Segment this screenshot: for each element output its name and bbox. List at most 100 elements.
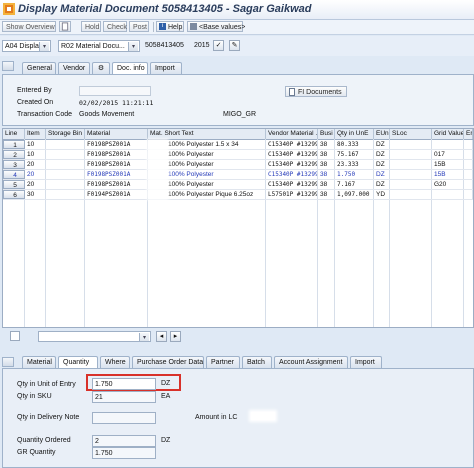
tab-where[interactable]: Where xyxy=(100,356,130,368)
table-cell-busi: 38 xyxy=(318,180,335,189)
help-icon: i xyxy=(159,23,166,30)
tab-partner[interactable]: Partner xyxy=(206,356,240,368)
tab-quantity[interactable]: Quantity xyxy=(58,356,98,368)
table-cell-item: 20 xyxy=(25,180,46,189)
table-row[interactable]: 3 20 F0198PSZ001A 100% Polyester C15340P #13… xyxy=(3,160,473,170)
col-storage-bin[interactable]: Storage Bin xyxy=(46,129,85,139)
item-ok-checkbox[interactable] xyxy=(10,331,20,341)
transaction-code-value: Goods Movement xyxy=(79,111,135,118)
gr-quantity-value: 1.750 xyxy=(95,450,113,457)
tab-material[interactable]: Material xyxy=(22,356,56,368)
col-eun[interactable]: EUn xyxy=(374,129,390,139)
action-select[interactable]: A04 Display ▾ xyxy=(2,40,51,52)
confirm-check-icon[interactable]: ✓ xyxy=(213,40,224,51)
reference-select[interactable]: R02 Material Docu... ▾ xyxy=(58,40,140,52)
next-item-icon[interactable]: ▸ xyxy=(170,331,181,342)
qty-unit-entry-unit: DZ xyxy=(161,380,171,387)
header-field-row: A04 Display ▾ R02 Material Docu... ▾ 505… xyxy=(0,36,474,56)
redaction-mark xyxy=(149,161,167,168)
table-cell-bin xyxy=(46,190,85,199)
tab-purchase-order-data[interactable]: Purchase Order Data xyxy=(132,356,204,368)
table-cell-sloc xyxy=(390,160,432,169)
table-row[interactable]: 2 10 F0198PSZ001A 100% Polyester C15340P #13… xyxy=(3,150,473,160)
chevron-down-icon[interactable]: ▾ xyxy=(39,42,49,51)
table-cell-eun: DZ xyxy=(374,160,390,169)
col-item[interactable]: Item xyxy=(25,129,46,139)
col-vendor-material[interactable]: Vendor Material ... xyxy=(266,129,318,139)
line-select-button[interactable]: 4 xyxy=(3,170,25,179)
col-grid-value[interactable]: Grid Value xyxy=(432,129,464,139)
show-overview-button[interactable]: Show Overview xyxy=(2,21,56,32)
collapse-detail-icon[interactable] xyxy=(2,357,14,367)
table-cell-material: F0198PSZ001A xyxy=(85,160,148,169)
table-row[interactable]: 5 20 F0198PSZ001A 100% Polyester C15340P #13… xyxy=(3,180,473,190)
line-select-button[interactable]: 3 xyxy=(3,160,25,169)
collapse-header-icon[interactable] xyxy=(2,61,14,71)
line-select-button[interactable]: 1 xyxy=(3,140,25,149)
quantity-ordered-label: Quantity Ordered xyxy=(17,437,71,444)
tab-general[interactable]: General xyxy=(22,62,56,74)
quantity-ordered-unit: DZ xyxy=(161,437,171,444)
chevron-down-icon[interactable]: ▾ xyxy=(139,333,149,341)
document-icon xyxy=(289,88,295,96)
table-cell-item: 10 xyxy=(25,140,46,149)
table-cell-material: F0198PSZ001A xyxy=(85,150,148,159)
gr-quantity-label: GR Quantity xyxy=(17,449,56,456)
items-table: Line Item Storage Bin Material Mat. Shor… xyxy=(2,128,474,328)
new-document-icon[interactable] xyxy=(59,21,71,32)
tab-settings-icon[interactable]: ⚙ xyxy=(92,62,110,74)
fi-documents-label: FI Documents xyxy=(298,89,342,96)
check-button[interactable]: Check xyxy=(103,21,127,32)
line-select-button[interactable]: 6 xyxy=(3,190,25,199)
doc-info-panel: Entered By Created On 02/02/2015 11:21:1… xyxy=(2,74,474,126)
table-cell-vendor-material: C15340P #13299... xyxy=(268,170,318,179)
table-cell-vendor-material: C15340P #13299... xyxy=(268,150,318,159)
table-row[interactable]: 1 10 F0198PSZ001A 100% Polyester 1.5 x 34 C1… xyxy=(3,140,473,150)
line-selector[interactable]: ▾ xyxy=(38,331,151,342)
tab-import[interactable]: Import xyxy=(150,62,182,74)
table-row[interactable]: 6 30 F0194PSZ001A 100% Polyester Pique 6.25… xyxy=(3,190,473,200)
table-cell-er xyxy=(464,170,473,179)
tab-doc-info[interactable]: Doc. info xyxy=(112,62,148,74)
line-select-button[interactable]: 2 xyxy=(3,150,25,159)
table-cell-material: F0198PSZ001A xyxy=(85,140,148,149)
col-line[interactable]: Line xyxy=(3,129,25,139)
tab-import[interactable]: Import xyxy=(350,356,382,368)
table-cell-busi: 38 xyxy=(318,150,335,159)
chevron-down-icon[interactable]: ▾ xyxy=(128,42,138,51)
line-select-button[interactable]: 5 xyxy=(3,180,25,189)
col-short-text[interactable]: Mat. Short Text xyxy=(148,129,266,139)
table-cell-bin xyxy=(46,140,85,149)
col-qty[interactable]: Qty in UnE xyxy=(335,129,374,139)
table-row[interactable]: 4 20 F0198PSZ001A 100% Polyester C15340P #13… xyxy=(3,170,473,180)
window-title: Display Material Document 5058413405 - S… xyxy=(18,3,312,15)
created-on-value: 02/02/2015 11:21:11 xyxy=(79,99,154,107)
col-busi[interactable]: Busi xyxy=(318,129,335,139)
transaction-tcode: MIGO_GR xyxy=(223,111,257,118)
hold-button[interactable]: Hold xyxy=(81,21,101,32)
col-er[interactable]: Er xyxy=(464,129,473,139)
table-cell-er xyxy=(464,140,473,149)
post-button[interactable]: Post xyxy=(129,21,149,32)
table-cell-grid xyxy=(432,140,464,149)
title-bar: Display Material Document 5058413405 - S… xyxy=(0,0,474,20)
table-cell-busi: 38 xyxy=(318,190,335,199)
col-sloc[interactable]: SLoc xyxy=(390,129,432,139)
tab-batch[interactable]: Batch xyxy=(242,356,272,368)
fi-documents-button[interactable]: FI Documents xyxy=(285,86,347,97)
table-cell-er xyxy=(464,180,473,189)
table-cell-bin xyxy=(46,150,85,159)
table-cell-vendor-material: L57501P #13299... xyxy=(268,190,318,199)
table-cell-grid: G20 xyxy=(432,180,464,189)
table-cell-er xyxy=(464,190,473,199)
action-value: A04 Display xyxy=(5,43,43,50)
tab-vendor[interactable]: Vendor xyxy=(58,62,90,74)
document-number: 5058413405 xyxy=(145,42,184,49)
pen-icon[interactable]: ✎ xyxy=(229,40,240,51)
col-material[interactable]: Material xyxy=(85,129,148,139)
help-button[interactable]: i Help xyxy=(156,21,184,32)
tab-account-assignment[interactable]: Account Assignment xyxy=(274,356,348,368)
base-values-button[interactable]: <Base values> xyxy=(187,21,245,32)
table-cell-qty: 80.333 xyxy=(335,140,374,149)
prev-item-icon[interactable]: ◂ xyxy=(156,331,167,342)
